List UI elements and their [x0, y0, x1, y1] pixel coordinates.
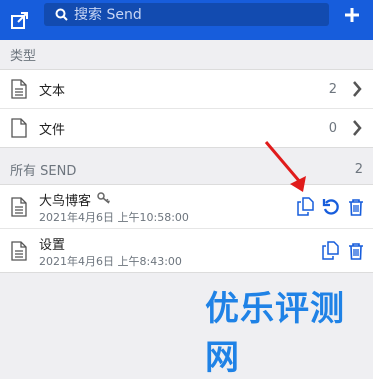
type-item-label: 文本	[39, 83, 66, 99]
copy-link-button[interactable]	[321, 241, 340, 260]
delete-button[interactable]	[346, 241, 365, 260]
key-icon	[97, 191, 111, 208]
search-icon	[50, 8, 72, 21]
delete-button[interactable]	[346, 197, 365, 216]
type-item-count: 2	[328, 81, 337, 97]
watermark: 优乐评测网	[205, 289, 345, 378]
remove-password-button[interactable]	[321, 197, 340, 216]
sends-section-header: 所有 SEND 2	[0, 155, 373, 183]
send-item-title-wrap: 设置	[39, 234, 65, 253]
copy-link-icon	[322, 241, 339, 260]
undo-icon	[322, 198, 339, 215]
type-item-text[interactable]: 文本 2	[0, 70, 373, 109]
trash-icon	[348, 242, 363, 260]
annotation-arrow	[264, 141, 306, 192]
type-item-count: 0	[328, 120, 337, 136]
document-text-icon	[11, 241, 27, 265]
send-item-actions	[321, 241, 365, 260]
send-item[interactable]: 设置 2021年4月6日 上午8:43:00	[0, 229, 373, 272]
send-item-title: 设置	[39, 238, 66, 253]
copy-link-button[interactable]	[296, 197, 315, 216]
document-text-icon	[11, 79, 27, 103]
send-item-date: 2021年4月6日 上午10:58:00	[39, 211, 189, 224]
return-arrow-icon	[11, 12, 28, 29]
document-text-icon	[11, 197, 27, 221]
sends-count: 2	[354, 161, 363, 177]
search-input[interactable]	[72, 6, 316, 23]
send-item-date: 2021年4月6日 上午8:43:00	[39, 255, 182, 268]
plus-icon	[345, 8, 359, 22]
chevron-right-icon	[352, 81, 362, 101]
trash-icon	[348, 198, 363, 216]
send-item-actions	[296, 197, 365, 216]
add-send-button[interactable]	[331, 0, 373, 30]
type-item-file[interactable]: 文件 0	[0, 109, 373, 147]
send-item[interactable]: 大鸟博客 2021年4月6日 上午10:58:00	[0, 185, 373, 229]
sends-list: 大鸟博客 2021年4月6日 上午10:58:00 设置 2021年4月6日 上…	[0, 184, 373, 273]
types-header-label: 类型	[10, 48, 37, 64]
chevron-right-icon	[352, 120, 362, 140]
types-section-header: 类型	[0, 40, 373, 68]
search-box	[44, 3, 329, 26]
file-icon	[11, 118, 27, 142]
types-list: 文本 2 文件 0	[0, 69, 373, 148]
send-item-title-wrap: 大鸟博客	[39, 190, 111, 209]
type-item-label: 文件	[39, 122, 66, 138]
copy-link-icon	[297, 197, 314, 216]
pop-out-button[interactable]	[0, 0, 40, 40]
top-bar	[0, 0, 373, 40]
send-item-title: 大鸟博客	[39, 194, 92, 209]
sends-header-label: 所有 SEND	[10, 163, 77, 179]
